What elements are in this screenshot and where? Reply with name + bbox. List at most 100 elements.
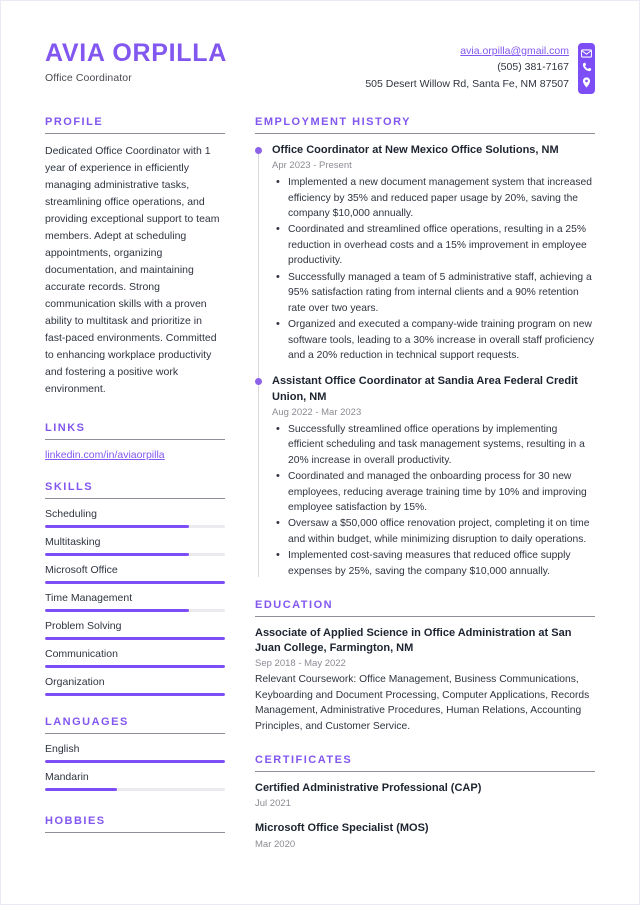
language-row: English bbox=[45, 743, 225, 763]
certificate-dates: Jul 2021 bbox=[255, 798, 291, 810]
skill-bar-track bbox=[45, 553, 225, 556]
skill-row: Multitasking bbox=[45, 536, 225, 556]
contact-icon-strip bbox=[578, 43, 595, 94]
section-heading-skills: SKILLS bbox=[45, 481, 94, 493]
skill-bar-fill bbox=[45, 609, 189, 612]
skill-bar-track bbox=[45, 637, 225, 640]
contact-lines: avia.orpilla@gmail.com (505) 381-7167 50… bbox=[365, 43, 569, 92]
section-heading-hobbies: HOBBIES bbox=[45, 815, 106, 827]
skill-label: Time Management bbox=[45, 592, 133, 604]
skill-label: Problem Solving bbox=[45, 620, 122, 632]
skill-bar-track bbox=[45, 525, 225, 528]
timeline-dot-icon bbox=[255, 147, 262, 154]
education-dates: Sep 2018 - May 2022 bbox=[255, 658, 346, 670]
language-bar-fill bbox=[45, 760, 225, 763]
language-label: English bbox=[45, 743, 80, 755]
languages-list: English Mandarin bbox=[45, 743, 225, 791]
bullet-item: Coordinated and managed the onboarding p… bbox=[272, 468, 595, 515]
skill-label: Microsoft Office bbox=[45, 564, 118, 576]
section-certificates: CERTIFICATES Certified Administrative Pr… bbox=[255, 754, 595, 850]
bullet-item: Successfully managed a team of 5 adminis… bbox=[272, 269, 595, 316]
skill-label: Communication bbox=[45, 648, 118, 660]
section-heading-certificates: CERTIFICATES bbox=[255, 754, 353, 767]
bullet-item: Implemented cost-saving measures that re… bbox=[272, 547, 595, 579]
language-bar-track bbox=[45, 760, 225, 763]
section-heading-education: EDUCATION bbox=[255, 599, 334, 612]
section-languages: LANGUAGES English Mandarin bbox=[45, 716, 225, 791]
link-item[interactable]: linkedin.com/in/aviaorpilla bbox=[45, 449, 225, 461]
section-divider bbox=[255, 133, 595, 134]
skill-bar-track bbox=[45, 693, 225, 696]
employment-timeline: Office Coordinator at New Mexico Office … bbox=[255, 143, 595, 579]
skill-row: Organization bbox=[45, 676, 225, 696]
bullet-item: Coordinated and streamlined office opera… bbox=[272, 221, 595, 268]
skills-list: Scheduling Multitasking Microsoft Office bbox=[45, 508, 225, 696]
employment-bullets: Successfully streamlined office operatio… bbox=[272, 421, 595, 579]
employment-entry: Assistant Office Coordinator at Sandia A… bbox=[255, 374, 595, 579]
language-bar-fill bbox=[45, 788, 117, 791]
skill-bar-track bbox=[45, 665, 225, 668]
resume-body: PROFILE Dedicated Office Coordinator wit… bbox=[1, 94, 639, 870]
section-heading-languages: LANGUAGES bbox=[45, 716, 129, 728]
skill-bar-fill bbox=[45, 637, 225, 640]
education-entry: Associate of Applied Science in Office A… bbox=[255, 626, 595, 734]
bullet-item: Oversaw a $50,000 office renovation proj… bbox=[272, 515, 595, 547]
skill-bar-fill bbox=[45, 693, 225, 696]
contact-address: 505 Desert Willow Rd, Santa Fe, NM 87507 bbox=[365, 77, 569, 90]
certificate-entry: Certified Administrative Professional (C… bbox=[255, 781, 595, 809]
employment-entry: Office Coordinator at New Mexico Office … bbox=[255, 143, 595, 363]
bullet-item: Successfully streamlined office operatio… bbox=[272, 421, 595, 468]
envelope-icon bbox=[581, 49, 592, 58]
name-block: AVIA ORPILLA Office Coordinator bbox=[45, 37, 227, 84]
language-row: Mandarin bbox=[45, 771, 225, 791]
skill-row: Time Management bbox=[45, 592, 225, 612]
page-title: AVIA ORPILLA bbox=[45, 39, 228, 67]
skill-row: Scheduling bbox=[45, 508, 225, 528]
language-bar-track bbox=[45, 788, 225, 791]
section-heading-profile: PROFILE bbox=[45, 116, 104, 128]
contact-email[interactable]: avia.orpilla@gmail.com bbox=[365, 43, 569, 59]
certificate-title: Certified Administrative Professional (C… bbox=[255, 782, 482, 795]
section-employment-history: EMPLOYMENT HISTORY Office Coordinator at… bbox=[255, 116, 595, 579]
skill-label: Multitasking bbox=[45, 536, 101, 548]
skill-row: Microsoft Office bbox=[45, 564, 225, 584]
skill-row: Communication bbox=[45, 648, 225, 668]
section-skills: SKILLS Scheduling Multitasking Microsoft… bbox=[45, 481, 225, 696]
links-list: linkedin.com/in/aviaorpilla bbox=[45, 449, 225, 461]
skill-bar-fill bbox=[45, 581, 225, 584]
contact-block: avia.orpilla@gmail.com (505) 381-7167 50… bbox=[365, 37, 595, 94]
employment-title: Office Coordinator at New Mexico Office … bbox=[272, 144, 559, 156]
employment-title: Assistant Office Coordinator at Sandia A… bbox=[272, 375, 578, 403]
section-heading-links: LINKS bbox=[45, 422, 86, 434]
skill-bar-track bbox=[45, 609, 225, 612]
section-divider bbox=[45, 439, 225, 440]
bullet-item: Implemented a new document management sy… bbox=[272, 174, 595, 221]
section-divider bbox=[45, 133, 225, 134]
skill-row: Problem Solving bbox=[45, 620, 225, 640]
profile-text: Dedicated Office Coordinator with 1 year… bbox=[45, 145, 220, 395]
location-pin-icon bbox=[582, 77, 591, 88]
phone-icon bbox=[582, 62, 592, 72]
certificate-dates: Mar 2020 bbox=[255, 838, 296, 850]
section-divider bbox=[45, 733, 225, 734]
resume-header: AVIA ORPILLA Office Coordinator avia.orp… bbox=[1, 1, 639, 94]
certificate-title: Microsoft Office Specialist (MOS) bbox=[255, 822, 429, 835]
employment-bullets: Implemented a new document management sy… bbox=[272, 174, 595, 363]
bullet-item: Organized and executed a company-wide tr… bbox=[272, 316, 595, 363]
section-education: EDUCATION Associate of Applied Science i… bbox=[255, 599, 595, 734]
sidebar-column: PROFILE Dedicated Office Coordinator wit… bbox=[45, 116, 225, 870]
language-label: Mandarin bbox=[45, 771, 89, 783]
section-profile: PROFILE Dedicated Office Coordinator wit… bbox=[45, 116, 225, 398]
section-divider bbox=[45, 832, 225, 833]
timeline-dot-icon bbox=[255, 378, 262, 386]
skill-label: Organization bbox=[45, 676, 105, 688]
skill-bar-fill bbox=[45, 553, 189, 556]
employment-dates: Aug 2022 - Mar 2023 bbox=[272, 406, 362, 418]
main-column: EMPLOYMENT HISTORY Office Coordinator at… bbox=[225, 116, 595, 870]
section-heading-employment: EMPLOYMENT HISTORY bbox=[255, 116, 411, 128]
education-title: Associate of Applied Science in Office A… bbox=[255, 627, 572, 655]
certificate-entry: Microsoft Office Specialist (MOS) Mar 20… bbox=[255, 821, 595, 849]
section-divider bbox=[45, 498, 225, 499]
section-hobbies: HOBBIES bbox=[45, 815, 225, 833]
resume-page: AVIA ORPILLA Office Coordinator avia.orp… bbox=[0, 0, 640, 905]
